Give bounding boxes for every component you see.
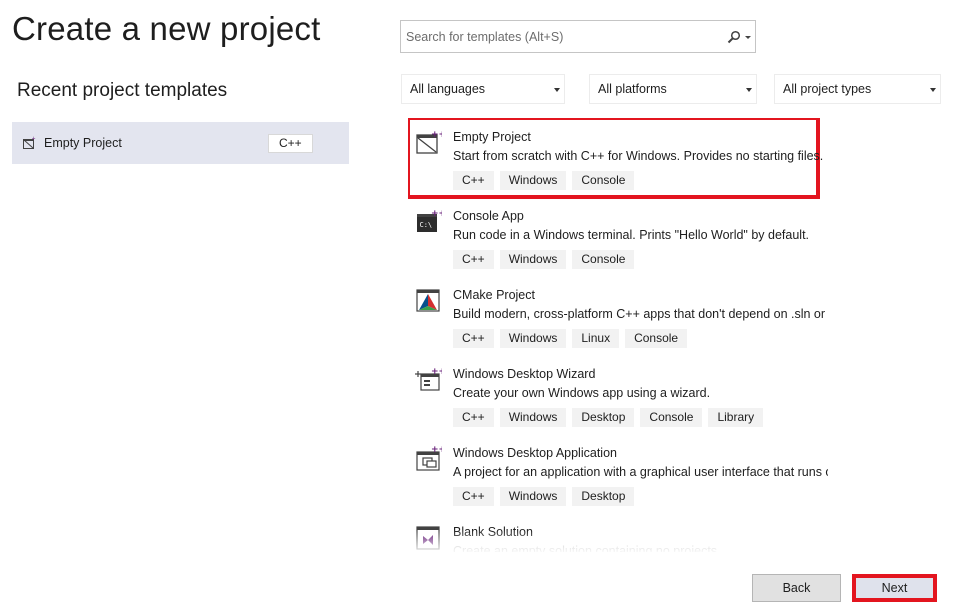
search-icon[interactable] bbox=[727, 30, 741, 44]
empty-project-icon: ++ bbox=[415, 129, 446, 156]
back-button[interactable]: Back bbox=[752, 574, 841, 602]
svg-text:C:\: C:\ bbox=[420, 221, 433, 229]
template-tag: C++ bbox=[453, 408, 494, 427]
template-tag: C++ bbox=[453, 250, 494, 269]
template-name: Windows Desktop Application bbox=[453, 446, 617, 460]
chevron-down-icon bbox=[930, 88, 936, 92]
template-cmake-project[interactable]: CMake Project Build modern, cross-platfo… bbox=[408, 276, 828, 355]
recent-templates-heading: Recent project templates bbox=[17, 80, 228, 101]
template-tag: C++ bbox=[453, 171, 494, 190]
template-tag: Linux bbox=[572, 329, 620, 348]
template-tags: C++ Windows Desktop Console Library bbox=[453, 408, 764, 427]
template-description: Start from scratch with C++ for Windows.… bbox=[453, 149, 824, 163]
search-input[interactable] bbox=[406, 29, 716, 44]
template-tag: Windows bbox=[499, 408, 567, 427]
project-type-filter-dropdown[interactable]: All project types bbox=[774, 74, 941, 104]
template-console-app[interactable]: C:\ ++ Console App Run code in a Windows… bbox=[408, 197, 828, 276]
svg-text:++: ++ bbox=[431, 209, 442, 219]
template-tags: C++ Windows Console bbox=[453, 250, 635, 269]
svg-text:++: ++ bbox=[431, 367, 442, 377]
platform-filter-dropdown[interactable]: All platforms bbox=[589, 74, 757, 104]
template-tag: Desktop bbox=[572, 408, 635, 427]
desktop-application-icon: ++ bbox=[415, 445, 446, 472]
empty-project-small-icon: ++ bbox=[22, 136, 40, 150]
template-name: Blank Solution bbox=[453, 525, 533, 539]
platform-filter-value: All platforms bbox=[598, 82, 667, 96]
recent-template-language-tag: C++ bbox=[268, 134, 313, 153]
template-tag: Windows bbox=[499, 487, 567, 506]
template-search-box[interactable] bbox=[400, 20, 756, 53]
svg-text:++: ++ bbox=[32, 136, 37, 142]
template-name: CMake Project bbox=[453, 288, 535, 302]
template-name: Console App bbox=[453, 209, 524, 223]
template-tags: C++ Windows Console bbox=[453, 171, 635, 190]
page-title: Create a new project bbox=[12, 10, 321, 47]
language-filter-dropdown[interactable]: All languages bbox=[401, 74, 565, 104]
template-tags: C++ Windows Desktop bbox=[453, 487, 635, 506]
template-tag: Console bbox=[640, 408, 703, 427]
template-tags: C++ Windows Linux Console bbox=[453, 329, 688, 348]
svg-text:++: ++ bbox=[431, 130, 442, 140]
console-app-icon: C:\ ++ bbox=[415, 208, 446, 235]
template-name: Empty Project bbox=[453, 130, 531, 144]
template-tag: Console bbox=[625, 329, 688, 348]
recent-template-item[interactable]: ++ Empty Project C++ bbox=[12, 122, 349, 164]
template-tag: Windows bbox=[499, 250, 567, 269]
template-windows-desktop-wizard[interactable]: ++ Windows Desktop Wizard Create your ow… bbox=[408, 355, 828, 434]
template-windows-desktop-application[interactable]: ++ Windows Desktop Application A project… bbox=[408, 434, 828, 513]
search-options-chevron-icon[interactable] bbox=[745, 36, 751, 39]
next-button[interactable]: Next bbox=[852, 574, 937, 602]
template-tag: C++ bbox=[453, 487, 494, 506]
recent-template-label: Empty Project bbox=[44, 136, 122, 150]
chevron-down-icon bbox=[554, 88, 560, 92]
project-type-filter-value: All project types bbox=[783, 82, 872, 96]
chevron-down-icon bbox=[746, 88, 752, 92]
template-tag: Windows bbox=[499, 329, 567, 348]
template-description: Run code in a Windows terminal. Prints "… bbox=[453, 228, 810, 242]
language-filter-value: All languages bbox=[410, 82, 486, 96]
template-tag: Console bbox=[572, 171, 635, 190]
blank-solution-icon bbox=[415, 524, 442, 551]
svg-text:++: ++ bbox=[431, 445, 442, 455]
template-tag: Console bbox=[572, 250, 635, 269]
cmake-icon bbox=[415, 287, 442, 314]
template-list[interactable]: ++ Empty Project Start from scratch with… bbox=[408, 118, 828, 552]
template-name: Windows Desktop Wizard bbox=[453, 367, 596, 381]
template-blank-solution[interactable]: Blank Solution Create an empty solution … bbox=[408, 513, 828, 552]
template-tag: Library bbox=[708, 408, 764, 427]
template-tag: C++ bbox=[453, 329, 494, 348]
desktop-wizard-icon: ++ bbox=[415, 366, 446, 393]
template-description: Build modern, cross-platform C++ apps th… bbox=[453, 307, 828, 321]
template-description: Create your own Windows app using a wiza… bbox=[453, 386, 711, 400]
template-tag: Windows bbox=[499, 171, 567, 190]
template-empty-project[interactable]: ++ Empty Project Start from scratch with… bbox=[408, 118, 823, 199]
template-description: A project for an application with a grap… bbox=[453, 465, 828, 479]
template-tag: Desktop bbox=[572, 487, 635, 506]
template-description: Create an empty solution containing no p… bbox=[453, 544, 718, 552]
